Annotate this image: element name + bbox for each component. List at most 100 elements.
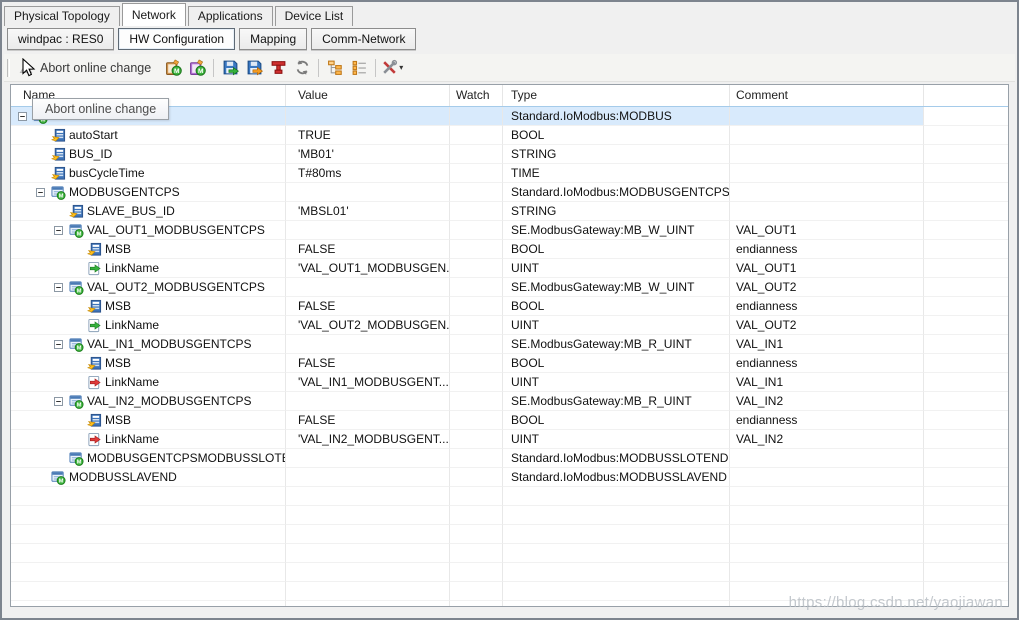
value-cell[interactable] xyxy=(286,183,450,202)
value-cell[interactable]: FALSE xyxy=(286,411,450,430)
subtab-mapping[interactable]: Mapping xyxy=(239,28,308,50)
table-row-linkname[interactable]: LinkName 'VAL_OUT2_MODBUSGEN... UINT VAL_OU… xyxy=(11,316,1008,335)
table-row-bus-id[interactable]: BUS_ID 'MB01' STRING xyxy=(11,145,1008,164)
tab-network[interactable]: Network xyxy=(121,3,186,26)
param-icon xyxy=(51,147,66,162)
table-row-buscycletime[interactable]: busCycleTime T#80ms TIME xyxy=(11,164,1008,183)
dropdown-caret-icon[interactable]: ▾ xyxy=(399,63,403,72)
value-cell[interactable] xyxy=(286,392,450,411)
table-row-msb[interactable]: MSB FALSE BOOL endianness xyxy=(11,411,1008,430)
tools-icon[interactable]: ▾ xyxy=(381,57,403,79)
tree-view-icon[interactable] xyxy=(324,57,346,79)
watch-cell[interactable] xyxy=(450,449,503,468)
value-cell[interactable]: 'VAL_IN1_MODBUSGENT... xyxy=(286,373,450,392)
link-out-icon xyxy=(87,261,102,276)
value-cell[interactable] xyxy=(286,335,450,354)
watch-cell[interactable] xyxy=(450,183,503,202)
watch-cell[interactable] xyxy=(450,278,503,297)
value-cell[interactable]: 'VAL_OUT1_MODBUSGEN... xyxy=(286,259,450,278)
network-t-icon[interactable] xyxy=(267,57,289,79)
watch-cell[interactable] xyxy=(450,392,503,411)
subtab-windpac-res0[interactable]: windpac : RES0 xyxy=(7,28,115,50)
table-row-modbusslavend[interactable]: M MODBUSSLAVEND Standard.IoModbus:MODBUSSL… xyxy=(11,468,1008,487)
column-header-empty[interactable] xyxy=(924,85,1008,106)
collapse-expander-icon[interactable] xyxy=(54,339,63,349)
subtab-hw-configuration[interactable]: HW Configuration xyxy=(118,28,236,50)
tab-device-list[interactable]: Device List xyxy=(274,6,354,26)
watch-cell[interactable] xyxy=(450,430,503,449)
collapse-expander-icon[interactable] xyxy=(54,225,63,235)
table-row-modbusgentcps[interactable]: M MODBUSGENTCPS Standard.IoModbus:MODBUSGE… xyxy=(11,183,1008,202)
table-row-linkname[interactable]: LinkName 'VAL_OUT1_MODBUSGEN... UINT VAL_OU… xyxy=(11,259,1008,278)
table-row-val-in1-modbusgentcps[interactable]: M VAL_IN1_MODBUSGENTCPS SE.ModbusGateway:M… xyxy=(11,335,1008,354)
name-cell: M MODBUSGENTCPS xyxy=(11,183,286,202)
table-row-autostart[interactable]: autoStart TRUE BOOL xyxy=(11,126,1008,145)
watch-cell[interactable] xyxy=(450,335,503,354)
empty-row xyxy=(11,506,1008,525)
value-cell[interactable] xyxy=(286,278,450,297)
column-header-type[interactable]: Type xyxy=(503,85,730,106)
tab-physical-topology[interactable]: Physical Topology xyxy=(4,6,120,26)
toolbar-grip[interactable] xyxy=(7,58,10,77)
comment-cell: endianness xyxy=(730,411,924,430)
book-m-purple-icon[interactable]: M xyxy=(186,57,208,79)
watch-cell[interactable] xyxy=(450,354,503,373)
param-icon xyxy=(51,128,66,143)
table-row-msb[interactable]: MSB FALSE BOOL endianness xyxy=(11,297,1008,316)
collapse-expander-icon[interactable] xyxy=(54,396,63,406)
watch-cell[interactable] xyxy=(450,107,503,126)
watch-cell[interactable] xyxy=(450,297,503,316)
table-row-slave-bus-id[interactable]: SLAVE_BUS_ID 'MBSL01' STRING xyxy=(11,202,1008,221)
value-cell[interactable] xyxy=(286,449,450,468)
table-row-msb[interactable]: MSB FALSE BOOL endianness xyxy=(11,354,1008,373)
column-header-comment[interactable]: Comment xyxy=(730,85,924,106)
value-cell[interactable]: 'MBSL01' xyxy=(286,202,450,221)
value-cell[interactable]: 'MB01' xyxy=(286,145,450,164)
floppy-export-icon[interactable] xyxy=(219,57,241,79)
column-header-value[interactable]: Value xyxy=(286,85,450,106)
watch-cell[interactable] xyxy=(450,126,503,145)
value-cell[interactable]: FALSE xyxy=(286,354,450,373)
collapse-expander-icon[interactable] xyxy=(36,187,45,197)
name-cell: MSB xyxy=(11,240,286,259)
value-cell[interactable] xyxy=(286,107,450,126)
value-cell[interactable]: T#80ms xyxy=(286,164,450,183)
table-row-linkname[interactable]: LinkName 'VAL_IN1_MODBUSGENT... UINT VAL_IN… xyxy=(11,373,1008,392)
value-cell[interactable] xyxy=(286,221,450,240)
subtab-comm-network[interactable]: Comm-Network xyxy=(311,28,417,50)
watch-cell[interactable] xyxy=(450,411,503,430)
floppy-import-icon[interactable] xyxy=(243,57,265,79)
abort-online-change-label[interactable]: Abort online change xyxy=(40,61,151,75)
table-row-linkname[interactable]: LinkName 'VAL_IN2_MODBUSGENT... UINT VAL_IN… xyxy=(11,430,1008,449)
value-cell[interactable] xyxy=(286,468,450,487)
watch-cell[interactable] xyxy=(450,145,503,164)
watch-cell[interactable] xyxy=(450,316,503,335)
book-m-orange-icon[interactable]: M xyxy=(162,57,184,79)
table-row-val-out2-modbusgentcps[interactable]: M VAL_OUT2_MODBUSGENTCPS SE.ModbusGateway:… xyxy=(11,278,1008,297)
list-view-icon[interactable] xyxy=(348,57,370,79)
watch-cell[interactable] xyxy=(450,373,503,392)
watch-cell[interactable] xyxy=(450,202,503,221)
refresh-icon[interactable] xyxy=(291,57,313,79)
watch-cell[interactable] xyxy=(450,240,503,259)
collapse-expander-icon[interactable] xyxy=(18,111,27,121)
type-cell: BOOL xyxy=(503,354,730,373)
value-cell[interactable]: FALSE xyxy=(286,240,450,259)
table-row-val-out1-modbusgentcps[interactable]: M VAL_OUT1_MODBUSGENTCPS SE.ModbusGateway:… xyxy=(11,221,1008,240)
device-icon: M xyxy=(51,185,66,200)
watch-cell[interactable] xyxy=(450,221,503,240)
value-cell[interactable]: 'VAL_OUT2_MODBUSGEN... xyxy=(286,316,450,335)
value-cell[interactable]: FALSE xyxy=(286,297,450,316)
watch-cell[interactable] xyxy=(450,259,503,278)
value-cell[interactable]: TRUE xyxy=(286,126,450,145)
column-header-watch[interactable]: Watch xyxy=(450,85,503,106)
table-row-val-in2-modbusgentcps[interactable]: M VAL_IN2_MODBUSGENTCPS SE.ModbusGateway:M… xyxy=(11,392,1008,411)
watch-cell[interactable] xyxy=(450,468,503,487)
watch-cell[interactable] xyxy=(450,164,503,183)
table-row-msb[interactable]: MSB FALSE BOOL endianness xyxy=(11,240,1008,259)
collapse-expander-icon[interactable] xyxy=(54,282,63,292)
value-cell[interactable]: 'VAL_IN2_MODBUSGENT... xyxy=(286,430,450,449)
row-name-label: MSB xyxy=(105,356,132,370)
table-row-modbusgentcpsmodbusslotend[interactable]: M MODBUSGENTCPSMODBUSSLOTEND Standard.IoMo… xyxy=(11,449,1008,468)
tab-applications[interactable]: Applications xyxy=(187,6,273,26)
